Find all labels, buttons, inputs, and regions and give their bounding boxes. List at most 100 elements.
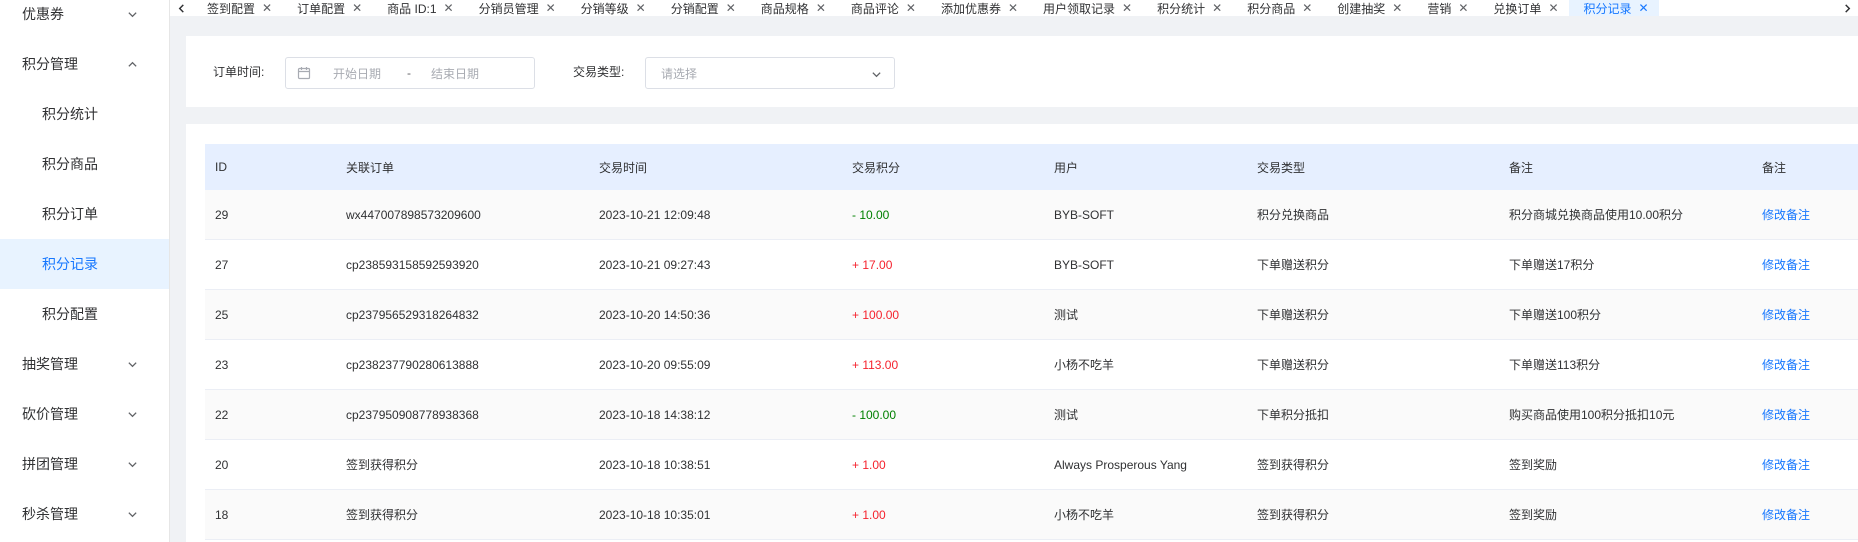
cell-id: 22	[215, 407, 229, 422]
sidebar-item-label: 抽奖管理	[22, 356, 78, 372]
close-icon[interactable]: ✕	[1302, 1, 1312, 15]
tab-label: 商品评论	[850, 1, 899, 16]
close-icon[interactable]: ✕	[1122, 1, 1132, 15]
sidebar-item-group-buy[interactable]: 拼团管理	[0, 439, 169, 489]
cell-trade-time: 2023-10-21 12:09:48	[599, 207, 711, 222]
cell-remark: 下单赠送113积分	[1509, 358, 1601, 372]
close-icon[interactable]: ✕	[1458, 1, 1468, 15]
sidebar-item-points-records[interactable]: 积分记录	[0, 239, 169, 289]
chevron-down-icon	[124, 356, 140, 372]
tab-product-id[interactable]: 商品 ID:1 ✕	[372, 0, 463, 16]
cell-trade-points: - 100.00	[852, 407, 897, 422]
edit-remark-link[interactable]: 修改备注	[1762, 390, 1810, 439]
calendar-icon	[297, 66, 311, 80]
cell-trade-type: 积分兑换商品	[1257, 208, 1330, 222]
edit-remark-link[interactable]: 修改备注	[1762, 240, 1810, 289]
date-range-picker[interactable]: 开始日期 - 结束日期	[285, 57, 535, 89]
edit-remark-link[interactable]: 修改备注	[1762, 440, 1810, 489]
sidebar-item-label: 积分统计	[42, 106, 98, 122]
close-icon[interactable]: ✕	[636, 1, 646, 15]
cell-trade-points: + 1.00	[852, 457, 886, 472]
chevron-down-icon	[124, 6, 140, 22]
close-icon[interactable]: ✕	[1008, 1, 1018, 15]
cell-trade-time: 2023-10-20 14:50:36	[599, 307, 711, 322]
sidebar-item-points-config[interactable]: 积分配置	[0, 289, 169, 339]
sidebar-item-points-management[interactable]: 积分管理	[0, 39, 169, 89]
tab-add-coupon[interactable]: 添加优惠券 ✕	[926, 0, 1028, 16]
tab-label: 商品 ID:1	[387, 1, 437, 16]
tab-create-lottery[interactable]: 创建抽奖 ✕	[1322, 0, 1412, 16]
edit-remark-link[interactable]: 修改备注	[1762, 490, 1810, 539]
tab-scroll-left-icon[interactable]	[170, 0, 192, 16]
tab-scroll-right-icon[interactable]	[1836, 0, 1858, 16]
sidebar-item-label: 拼团管理	[22, 456, 78, 472]
close-icon[interactable]: ✕	[444, 1, 454, 15]
tab-distribution-config[interactable]: 分销配置 ✕	[656, 0, 746, 16]
cell-trade-type: 签到获得积分	[1257, 458, 1330, 472]
sidebar-item-points-orders[interactable]: 积分订单	[0, 189, 169, 239]
table-row: 23 cp238237790280613888 2023-10-20 09:55:0…	[205, 340, 1858, 390]
close-icon[interactable]: ✕	[262, 1, 272, 15]
cell-user: 测试	[1054, 308, 1079, 322]
end-date-input[interactable]: 结束日期	[431, 65, 479, 82]
tab-label: 商品规格	[760, 1, 809, 16]
close-icon[interactable]: ✕	[1639, 1, 1649, 15]
chevron-down-icon	[124, 506, 140, 522]
cell-trade-type: 下单赠送积分	[1257, 358, 1330, 372]
tab-distributor-management[interactable]: 分销员管理 ✕	[464, 0, 566, 16]
edit-remark-link[interactable]: 修改备注	[1762, 190, 1810, 239]
tab-order-config[interactable]: 订单配置 ✕	[282, 0, 372, 16]
header-remark: 备注	[1509, 160, 1534, 175]
edit-remark-link[interactable]: 修改备注	[1762, 290, 1810, 339]
sidebar-item-coupons[interactable]: 优惠券	[0, 0, 169, 39]
close-icon[interactable]: ✕	[816, 1, 826, 15]
close-icon[interactable]: ✕	[906, 1, 916, 15]
tab-exchange-orders[interactable]: 兑换订单 ✕	[1478, 0, 1568, 16]
trade-type-placeholder: 请选择	[661, 66, 698, 81]
tab-points-products[interactable]: 积分商品 ✕	[1232, 0, 1322, 16]
close-icon[interactable]: ✕	[1548, 1, 1558, 15]
tab-label: 积分统计	[1157, 1, 1206, 16]
tab-label: 用户领取记录	[1043, 1, 1116, 16]
tab-label: 兑换订单	[1493, 1, 1542, 16]
sidebar-item-bargain[interactable]: 砍价管理	[0, 389, 169, 439]
tab-sign-in-config[interactable]: 签到配置 ✕	[192, 0, 282, 16]
cell-id: 20	[215, 457, 229, 472]
tab-label: 签到配置	[207, 1, 256, 16]
header-trade-time: 交易时间	[599, 160, 648, 175]
tab-marketing[interactable]: 营销 ✕	[1412, 0, 1478, 16]
header-remark-action: 备注	[1762, 160, 1787, 175]
sidebar-item-points-products[interactable]: 积分商品	[0, 139, 169, 189]
header-user: 用户	[1054, 160, 1079, 175]
cell-related-order: wx447007898573209600	[346, 207, 481, 222]
close-icon[interactable]: ✕	[1212, 1, 1222, 15]
edit-remark-link[interactable]: 修改备注	[1762, 340, 1810, 389]
close-icon[interactable]: ✕	[352, 1, 362, 15]
trade-type-select[interactable]: 请选择	[645, 57, 895, 89]
sidebar-item-points-statistics[interactable]: 积分统计	[0, 89, 169, 139]
table-header: ID 关联订单 交易时间 交易积分 用户 交易类型 备注 备注	[205, 144, 1858, 190]
cell-remark: 积分商城兑换商品使用10.00积分	[1509, 208, 1684, 222]
tab-points-records[interactable]: 积分记录 ✕	[1568, 0, 1659, 16]
cell-trade-time: 2023-10-21 09:27:43	[599, 257, 711, 272]
tab-user-claim-records[interactable]: 用户领取记录 ✕	[1028, 0, 1142, 16]
close-icon[interactable]: ✕	[726, 1, 736, 15]
header-trade-type: 交易类型	[1257, 160, 1306, 175]
cell-trade-time: 2023-10-18 10:35:01	[599, 507, 711, 522]
start-date-input[interactable]: 开始日期	[333, 65, 381, 82]
tab-product-reviews[interactable]: 商品评论 ✕	[836, 0, 926, 16]
tab-points-statistics[interactable]: 积分统计 ✕	[1142, 0, 1232, 16]
close-icon[interactable]: ✕	[1392, 1, 1402, 15]
table-row: 20 签到获得积分 2023-10-18 10:38:51 + 1.00 Always …	[205, 440, 1858, 490]
cell-id: 29	[215, 207, 229, 222]
tab-product-specs[interactable]: 商品规格 ✕	[746, 0, 836, 16]
cell-id: 25	[215, 307, 229, 322]
sidebar-item-lottery[interactable]: 抽奖管理	[0, 339, 169, 389]
tab-distribution-level[interactable]: 分销等级 ✕	[566, 0, 656, 16]
sidebar-item-flash-sale[interactable]: 秒杀管理	[0, 489, 169, 539]
sidebar-item-label: 积分管理	[22, 56, 78, 72]
sidebar: 优惠券 积分管理 积分统计 积分商品 积分订单 积分记录 积分配置 抽奖管理 砍…	[0, 0, 170, 542]
cell-id: 27	[215, 257, 229, 272]
close-icon[interactable]: ✕	[546, 1, 556, 15]
sidebar-item-label: 积分商品	[42, 156, 98, 172]
